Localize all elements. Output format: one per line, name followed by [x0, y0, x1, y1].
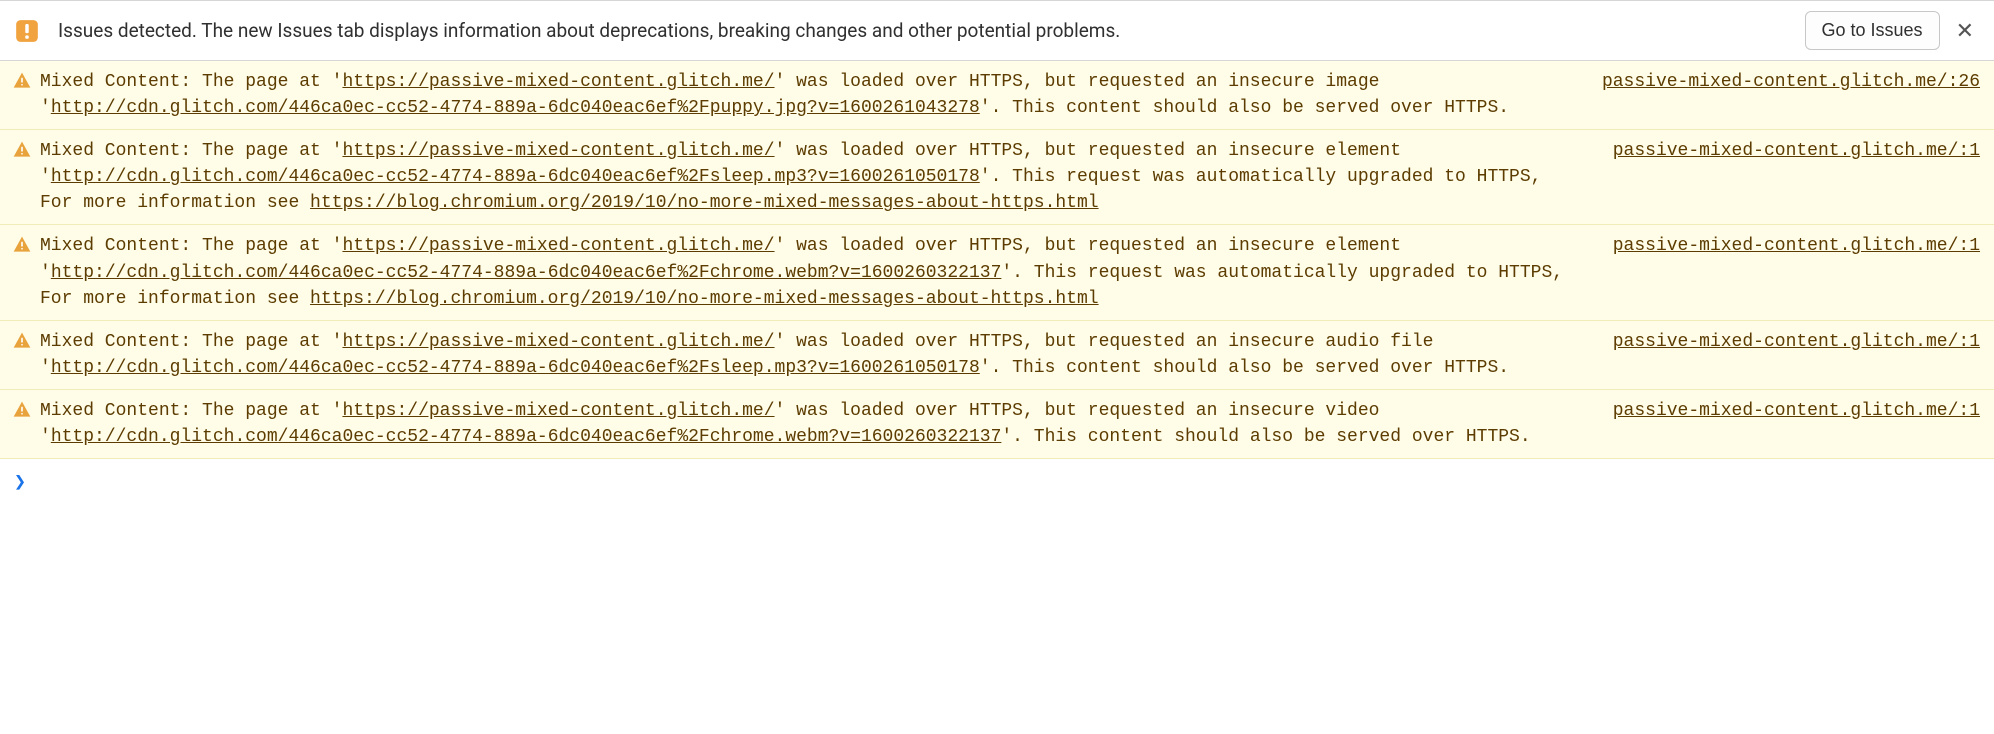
warning-message-text: Mixed Content: The page at ' [40, 141, 342, 161]
warning-message-text: Mixed Content: The page at ' [40, 401, 342, 421]
warning-message-link[interactable]: https://passive-mixed-content.glitch.me/ [342, 236, 774, 256]
warning-message-link[interactable]: https://passive-mixed-content.glitch.me/ [342, 401, 774, 421]
warning-source-link[interactable]: passive-mixed-content.glitch.me/:1 [1613, 233, 1980, 259]
prompt-chevron-icon: ❯ [14, 469, 26, 493]
warning-source-link[interactable]: passive-mixed-content.glitch.me/:1 [1613, 329, 1980, 355]
warning-message-link[interactable]: http://cdn.glitch.com/446ca0ec-cc52-4774… [51, 167, 980, 187]
warning-message-text: '. This content should also be served ov… [980, 358, 1509, 378]
console-warning-row: Mixed Content: The page at 'https://pass… [0, 225, 1994, 320]
warning-message-link[interactable]: https://passive-mixed-content.glitch.me/ [342, 141, 774, 161]
warning-triangle-icon [12, 140, 32, 169]
warning-message-body: Mixed Content: The page at 'https://pass… [40, 329, 1585, 381]
warning-triangle-icon [12, 331, 32, 360]
console-panel: Issues detected. The new Issues tab disp… [0, 0, 1994, 503]
warning-message-link[interactable]: https://blog.chromium.org/2019/10/no-mor… [310, 289, 1099, 309]
console-warning-row: Mixed Content: The page at 'https://pass… [0, 321, 1994, 390]
warning-message-link[interactable]: http://cdn.glitch.com/446ca0ec-cc52-4774… [51, 98, 980, 118]
warning-message-link[interactable]: http://cdn.glitch.com/446ca0ec-cc52-4774… [51, 263, 1002, 283]
warning-message-link[interactable]: http://cdn.glitch.com/446ca0ec-cc52-4774… [51, 358, 980, 378]
warning-message-text: Mixed Content: The page at ' [40, 236, 342, 256]
warning-message-link[interactable]: https://blog.chromium.org/2019/10/no-mor… [310, 193, 1099, 213]
issues-banner-text: Issues detected. The new Issues tab disp… [58, 19, 1805, 42]
warning-message-text: Mixed Content: The page at ' [40, 332, 342, 352]
warning-triangle-icon [12, 400, 32, 429]
console-warning-row: Mixed Content: The page at 'https://pass… [0, 130, 1994, 225]
warning-message-link[interactable]: https://passive-mixed-content.glitch.me/ [342, 332, 774, 352]
warning-triangle-icon [12, 71, 32, 100]
warning-source-link[interactable]: passive-mixed-content.glitch.me/:1 [1613, 138, 1980, 164]
close-banner-button[interactable]: ✕ [1950, 20, 1980, 42]
warning-source-link[interactable]: passive-mixed-content.glitch.me/:26 [1602, 69, 1980, 95]
console-warning-row: Mixed Content: The page at 'https://pass… [0, 61, 1994, 130]
warning-message-text: '. This content should also be served ov… [1001, 427, 1530, 447]
issues-banner: Issues detected. The new Issues tab disp… [0, 0, 1994, 61]
warning-message-body: Mixed Content: The page at 'https://pass… [40, 233, 1585, 311]
console-messages: Mixed Content: The page at 'https://pass… [0, 61, 1994, 459]
warning-message-body: Mixed Content: The page at 'https://pass… [40, 138, 1585, 216]
go-to-issues-button[interactable]: Go to Issues [1805, 11, 1940, 50]
warning-source-link[interactable]: passive-mixed-content.glitch.me/:1 [1613, 398, 1980, 424]
warning-message-link[interactable]: https://passive-mixed-content.glitch.me/ [342, 72, 774, 92]
warning-message-body: Mixed Content: The page at 'https://pass… [40, 69, 1574, 121]
warning-message-text: Mixed Content: The page at ' [40, 72, 342, 92]
issues-badge-icon [14, 18, 40, 44]
warning-message-text: '. This content should also be served ov… [980, 98, 1509, 118]
warning-triangle-icon [12, 235, 32, 264]
console-prompt[interactable]: ❯ [0, 459, 1994, 503]
console-warning-row: Mixed Content: The page at 'https://pass… [0, 390, 1994, 459]
warning-message-link[interactable]: http://cdn.glitch.com/446ca0ec-cc52-4774… [51, 427, 1002, 447]
warning-message-body: Mixed Content: The page at 'https://pass… [40, 398, 1585, 450]
